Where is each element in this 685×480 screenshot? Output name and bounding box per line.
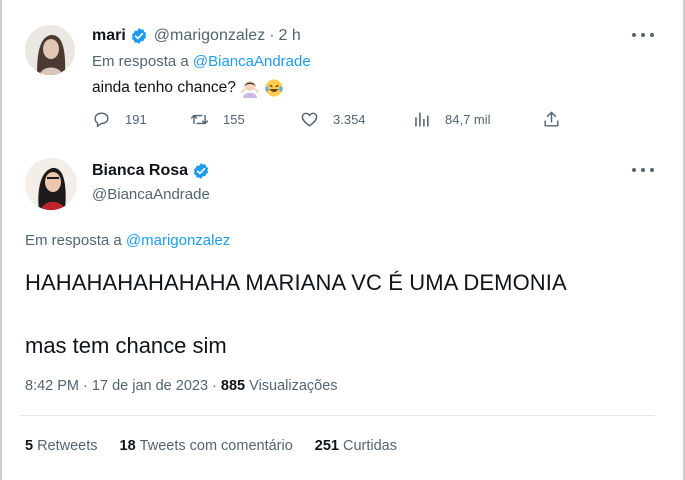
display-name[interactable]: mari: [92, 27, 126, 45]
tweet-stats: 5 Retweets 18 Tweets com comentário 251 Cur…: [25, 438, 419, 454]
tweet-text-content: ainda tenho chance?: [92, 79, 236, 96]
display-name[interactable]: Bianca Rosa: [92, 162, 188, 180]
verified-badge-icon: [131, 28, 146, 44]
more-options-icon[interactable]: [632, 33, 654, 41]
divider: [20, 415, 655, 416]
avatar-image: [25, 158, 77, 210]
views-label: Visualizações: [249, 378, 338, 394]
quote-tweets-stat[interactable]: 18 Tweets com comentário: [120, 438, 293, 454]
retweets-stat[interactable]: 5 Retweets: [25, 438, 98, 454]
separator: ·: [83, 378, 88, 394]
quotes-count: 18: [119, 438, 136, 454]
tweet-actions: 191 155 3.354 84,7 mil: [92, 110, 572, 134]
replying-prefix: Em resposta a: [25, 232, 122, 249]
likes-label: Curtidas: [343, 438, 397, 454]
retweets-label: Retweets: [37, 438, 98, 454]
views-count: 84,7 mil: [445, 112, 491, 127]
replying-prefix: Em resposta a: [92, 53, 189, 70]
separator: ·: [212, 378, 217, 394]
tweet-text-line-2: mas tem chance sim: [25, 333, 227, 358]
heart-icon: [301, 112, 318, 127]
reply-tweet[interactable]: mari @marigonzalez · 2 h Em resposta a @…: [0, 0, 685, 148]
reply-action[interactable]: 191: [92, 110, 147, 129]
tweet-text: ainda tenho chance?: [92, 78, 284, 98]
avatar[interactable]: [25, 25, 75, 75]
retweet-action[interactable]: 155: [190, 110, 245, 129]
quotes-label: Tweets com comentário: [139, 438, 293, 454]
woman-shrugging-emoji-icon: [240, 81, 259, 98]
handle[interactable]: @marigonzalez: [154, 27, 265, 45]
tweet-date[interactable]: 17 de jan de 2023: [92, 378, 208, 394]
like-action[interactable]: 3.354: [300, 110, 366, 129]
mention-link[interactable]: @BiancaAndrade: [193, 53, 311, 70]
like-count: 3.354: [333, 112, 366, 127]
main-tweet-header: Bianca Rosa: [92, 162, 216, 180]
reply-header: mari @marigonzalez · 2 h: [92, 27, 301, 45]
reply-icon: [94, 112, 109, 128]
tweet-meta: 8:42 PM · 17 de jan de 2023 · 885 Visual…: [25, 378, 338, 394]
views-count: 885: [220, 378, 246, 394]
avatar-image: [25, 25, 75, 75]
tweet-text-line-1: HAHAHAHAHAHAHA MARIANA VC É UMA DEMONIA: [25, 270, 567, 295]
retweets-count: 5: [25, 438, 34, 454]
share-action[interactable]: [542, 110, 575, 129]
handle[interactable]: @BiancaAndrade: [92, 186, 210, 203]
replying-to: Em resposta a @BiancaAndrade: [92, 53, 311, 70]
avatar[interactable]: [25, 158, 77, 210]
replying-to: Em resposta a @marigonzalez: [25, 232, 230, 249]
laughing-tears-emoji-icon: [265, 79, 283, 97]
likes-stat[interactable]: 251 Curtidas: [315, 438, 397, 454]
separator: ·: [269, 27, 275, 44]
retweet-count: 155: [223, 112, 245, 127]
reply-count: 191: [125, 112, 147, 127]
share-icon: [544, 111, 559, 127]
timestamp[interactable]: 2 h: [279, 27, 301, 45]
views-chart-icon: [415, 112, 429, 127]
tweet-time[interactable]: 8:42 PM: [25, 378, 79, 394]
retweet-icon: [190, 114, 209, 125]
likes-count: 251: [314, 438, 339, 454]
views-action[interactable]: 84,7 mil: [412, 110, 491, 129]
mention-link[interactable]: @marigonzalez: [126, 232, 230, 249]
verified-badge-icon: [193, 163, 209, 179]
more-options-icon[interactable]: [632, 168, 654, 176]
